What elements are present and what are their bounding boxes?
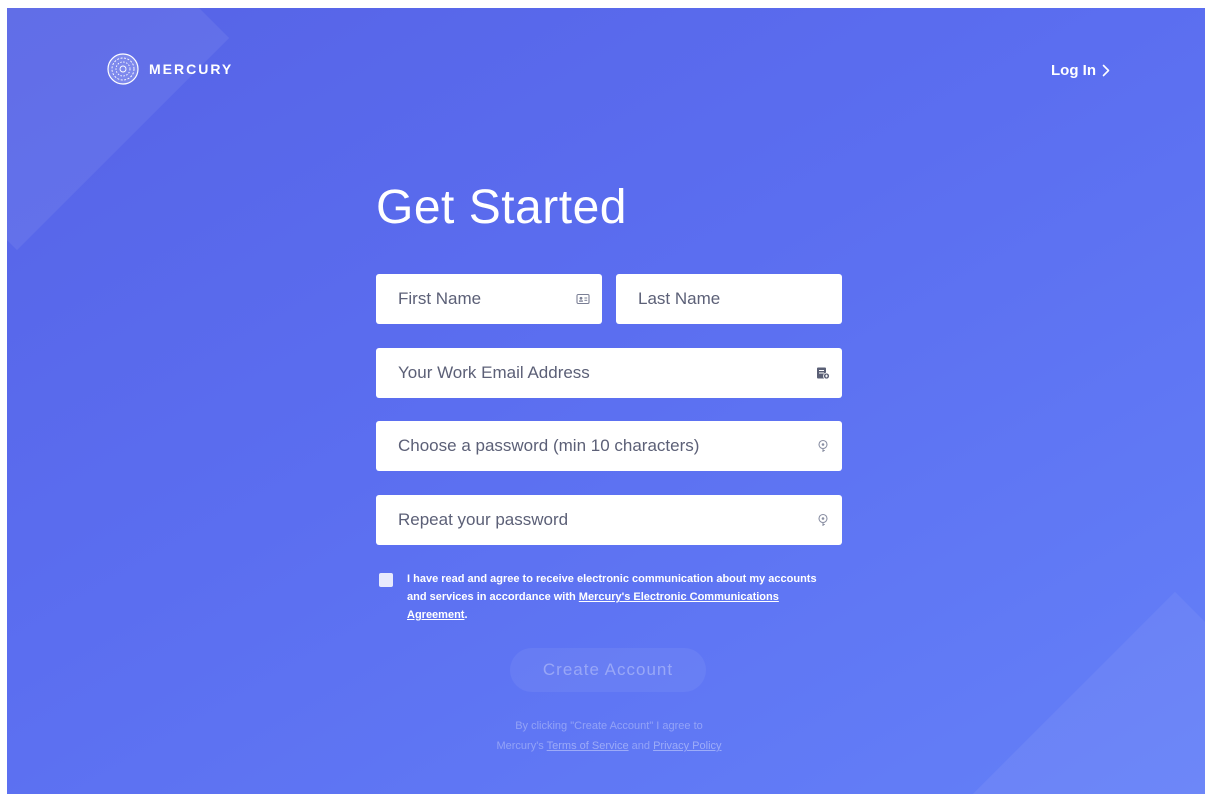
create-account-button[interactable]: Create Account	[510, 648, 706, 692]
consent-text-after: .	[464, 609, 468, 621]
consent-checkbox[interactable]	[379, 573, 393, 587]
last-name-input[interactable]	[616, 274, 842, 324]
privacy-policy-link[interactable]: Privacy Policy	[653, 740, 721, 752]
consent-text: I have read and agree to receive electro…	[407, 570, 829, 624]
contact-list-icon	[817, 367, 830, 380]
contact-card-icon	[576, 293, 590, 305]
terms-of-service-link[interactable]: Terms of Service	[547, 740, 629, 752]
legal-line-2: Mercury's Terms of Service and Privacy P…	[376, 736, 842, 756]
login-label: Log In	[1051, 62, 1096, 79]
key-icon	[818, 439, 828, 452]
email-input[interactable]	[376, 348, 842, 398]
legal-line-1: By clicking "Create Account" I agree to	[515, 720, 703, 732]
chevron-right-icon	[1102, 64, 1110, 77]
legal-and: and	[631, 740, 650, 752]
repeat-password-input[interactable]	[376, 495, 842, 545]
first-name-field	[376, 274, 602, 324]
first-name-input[interactable]	[376, 274, 602, 324]
brand-name: MERCURY	[149, 61, 234, 77]
repeat-password-field	[376, 495, 842, 545]
mercury-logo-icon	[107, 53, 139, 85]
key-icon	[818, 513, 828, 526]
email-field	[376, 348, 842, 398]
signup-page: MERCURY Log In Get Started First Name La…	[7, 8, 1205, 794]
password-input[interactable]	[376, 421, 842, 471]
password-field	[376, 421, 842, 471]
page-title: Get Started	[376, 181, 627, 234]
brand[interactable]: MERCURY	[107, 53, 233, 85]
consent-row: I have read and agree to receive electro…	[379, 570, 829, 624]
login-link[interactable]: Log In	[1051, 62, 1110, 79]
last-name-field	[616, 274, 842, 324]
legal-footnote: By clicking "Create Account" I agree to …	[376, 716, 842, 756]
legal-text-mid: Mercury's	[496, 740, 544, 752]
